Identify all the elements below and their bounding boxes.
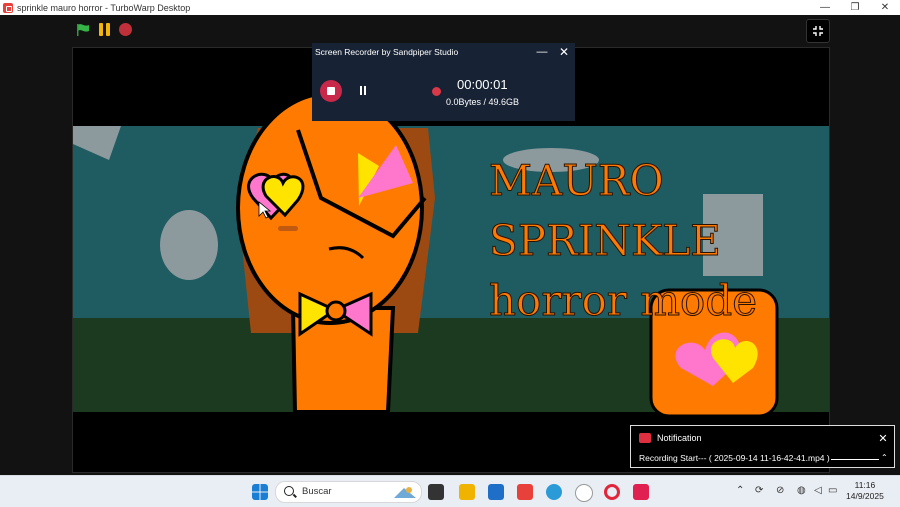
window-titlebar: sprinkle mauro horror - TurboWarp Deskto… xyxy=(0,0,900,15)
stage-title-line3: horror mode xyxy=(488,276,758,326)
camera-off-icon[interactable]: ⊘ xyxy=(776,485,784,496)
player-controls xyxy=(0,15,900,45)
recording-indicator-icon xyxy=(432,87,441,96)
windows-start-icon[interactable] xyxy=(252,484,268,500)
microsoft-store-icon[interactable] xyxy=(488,484,504,500)
screen-recorder-taskbar-icon[interactable] xyxy=(633,484,649,500)
search-icon xyxy=(284,486,294,496)
file-explorer-icon[interactable] xyxy=(459,484,475,500)
volume-icon[interactable]: ◁ xyxy=(814,485,822,496)
notification-header: Notification ✕ xyxy=(631,426,894,450)
stop-icon[interactable] xyxy=(119,23,132,36)
penguin-app-icon[interactable] xyxy=(575,484,593,502)
turbowarp-taskbar-icon[interactable] xyxy=(517,484,533,500)
notification-expand-button[interactable]: ⌃ xyxy=(881,453,888,462)
close-button[interactable]: ✕ xyxy=(870,2,900,13)
recording-notification: Notification ✕ Recording Start--- ( 2025… xyxy=(630,425,895,468)
recorder-minimize-button[interactable]: — xyxy=(531,46,553,58)
search-highlight-icon xyxy=(394,487,416,498)
grey-oval-left xyxy=(160,210,218,280)
window-title: sprinkle mauro horror - TurboWarp Deskto… xyxy=(17,2,191,13)
stage-title-line2: SPRINKLE xyxy=(489,216,722,266)
opera-icon[interactable] xyxy=(604,484,620,500)
notification-title: Notification xyxy=(657,433,702,443)
tray-overflow-chevron[interactable]: ⌃ xyxy=(736,485,744,496)
bow-knot xyxy=(325,300,347,322)
edge-icon[interactable] xyxy=(546,484,562,500)
taskbar-search-box[interactable]: Buscar xyxy=(275,481,422,503)
windows-taskbar: Buscar ⌃ ⟳ ⊘ ◍ ◁ ▭ 11:16 14/9/2025 xyxy=(0,475,900,507)
turbowarp-app-icon xyxy=(3,2,13,13)
green-flag-icon[interactable] xyxy=(76,23,90,37)
notification-message: Recording Start--- ( 2025-09-14 11-16-42… xyxy=(639,453,830,463)
restore-button[interactable]: ❐ xyxy=(840,2,870,13)
minimize-button[interactable]: — xyxy=(810,2,840,13)
screen-recorder-window: Screen Recorder by Sandpiper Studio — ✕ … xyxy=(312,43,575,121)
pause-recording-button[interactable] xyxy=(358,85,368,97)
task-view-icon[interactable] xyxy=(428,484,444,500)
notification-close-button[interactable]: ✕ xyxy=(872,432,894,445)
sync-icon[interactable]: ⟳ xyxy=(755,485,763,496)
recorder-close-button[interactable]: ✕ xyxy=(553,45,575,59)
taskbar-clock[interactable]: 11:16 14/9/2025 xyxy=(846,480,884,502)
recorder-title: Screen Recorder by Sandpiper Studio xyxy=(315,47,459,57)
battery-icon[interactable]: ▭ xyxy=(828,485,837,496)
character-blush xyxy=(278,226,298,231)
exit-fullscreen-icon[interactable] xyxy=(806,19,830,43)
clock-time: 11:16 xyxy=(854,480,876,490)
search-placeholder: Buscar xyxy=(302,486,332,497)
recorder-header: Screen Recorder by Sandpiper Studio — ✕ xyxy=(312,43,575,61)
notification-progress-bar xyxy=(831,459,879,460)
recording-file-size: 0.0Bytes / 49.6GB xyxy=(446,97,520,107)
stage-title-line1: MAURO xyxy=(489,156,665,206)
clock-date: 14/9/2025 xyxy=(846,491,884,501)
pause-icon[interactable] xyxy=(98,23,112,37)
camera-icon xyxy=(639,433,651,443)
globe-icon[interactable]: ◍ xyxy=(797,485,806,496)
recording-elapsed-time: 00:00:01 xyxy=(457,77,508,92)
stop-recording-button[interactable] xyxy=(320,80,342,102)
